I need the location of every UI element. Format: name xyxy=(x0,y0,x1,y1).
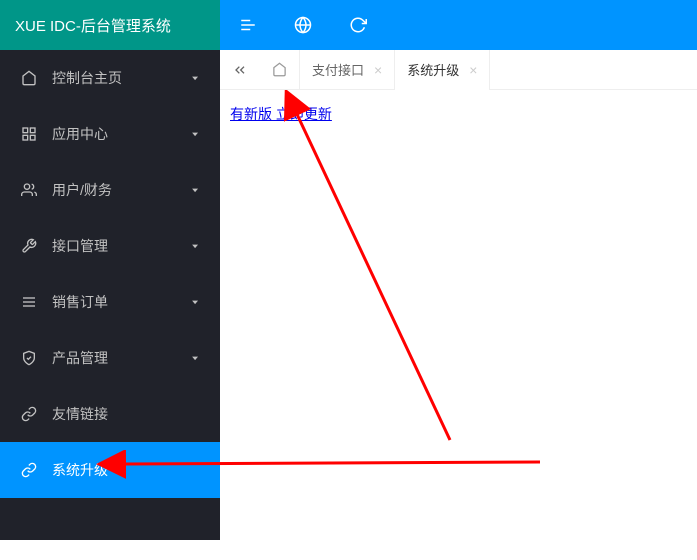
tab-home-button[interactable] xyxy=(260,50,300,90)
sidebar: XUE IDC-后台管理系统 控制台主页 ▼ 应用中心 ▼ xyxy=(0,0,220,540)
content-area: 有新版 立即更新 xyxy=(220,90,697,540)
home-icon xyxy=(272,62,287,77)
tab-label: 支付接口 xyxy=(312,60,364,79)
refresh-button[interactable] xyxy=(330,0,385,50)
sidebar-item-label: 应用中心 xyxy=(52,124,190,144)
sidebar-item-label: 友情链接 xyxy=(52,404,200,424)
sidebar-item-links[interactable]: 友情链接 xyxy=(0,386,220,442)
tab-upgrade[interactable]: 系统升级 × xyxy=(395,50,490,90)
chevron-down-icon: ▼ xyxy=(190,299,200,306)
sidebar-item-interface[interactable]: 接口管理 ▼ xyxy=(0,218,220,274)
update-link[interactable]: 有新版 立即更新 xyxy=(230,106,332,122)
chevron-down-icon: ▼ xyxy=(190,355,200,362)
tab-label: 系统升级 xyxy=(407,60,459,79)
tabs-collapse-button[interactable] xyxy=(220,50,260,90)
chevrons-left-icon xyxy=(232,62,248,78)
tab-bar: 支付接口 × 系统升级 × xyxy=(220,50,697,90)
refresh-icon xyxy=(349,16,367,34)
chevron-down-icon: ▼ xyxy=(190,75,200,82)
app-title: XUE IDC-后台管理系统 xyxy=(0,0,220,50)
sidebar-item-label: 销售订单 xyxy=(52,292,190,312)
sidebar-item-products[interactable]: 产品管理 ▼ xyxy=(0,330,220,386)
link-icon xyxy=(20,406,38,422)
home-icon xyxy=(20,70,38,86)
globe-button[interactable] xyxy=(275,0,330,50)
toggle-sidebar-button[interactable] xyxy=(220,0,275,50)
sidebar-menu: 控制台主页 ▼ 应用中心 ▼ 用户/财务 ▼ xyxy=(0,50,220,540)
sidebar-item-label: 系统升级 xyxy=(52,460,200,480)
tab-close-button[interactable]: × xyxy=(374,63,382,77)
users-icon xyxy=(20,182,38,198)
chevron-down-icon: ▼ xyxy=(190,131,200,138)
tab-payment[interactable]: 支付接口 × xyxy=(300,50,395,90)
link-icon xyxy=(20,462,38,478)
tab-close-button[interactable]: × xyxy=(469,63,477,77)
sidebar-item-orders[interactable]: 销售订单 ▼ xyxy=(0,274,220,330)
sidebar-item-label: 产品管理 xyxy=(52,348,190,368)
chevron-down-icon: ▼ xyxy=(190,187,200,194)
shield-icon xyxy=(20,350,38,366)
sidebar-item-label: 控制台主页 xyxy=(52,68,190,88)
topbar xyxy=(220,0,697,50)
sidebar-item-upgrade[interactable]: 系统升级 xyxy=(0,442,220,498)
sidebar-item-users[interactable]: 用户/财务 ▼ xyxy=(0,162,220,218)
list-icon xyxy=(20,294,38,310)
sidebar-item-apps[interactable]: 应用中心 ▼ xyxy=(0,106,220,162)
sidebar-item-dashboard[interactable]: 控制台主页 ▼ xyxy=(0,50,220,106)
sidebar-item-label: 接口管理 xyxy=(52,236,190,256)
main-panel: 支付接口 × 系统升级 × 有新版 立即更新 xyxy=(220,0,697,540)
sidebar-item-label: 用户/财务 xyxy=(52,180,190,200)
wrench-icon xyxy=(20,238,38,254)
menu-icon xyxy=(239,16,257,34)
grid-icon xyxy=(20,126,38,142)
globe-icon xyxy=(294,16,312,34)
chevron-down-icon: ▼ xyxy=(190,243,200,250)
app-title-text: XUE IDC-后台管理系统 xyxy=(15,15,171,36)
